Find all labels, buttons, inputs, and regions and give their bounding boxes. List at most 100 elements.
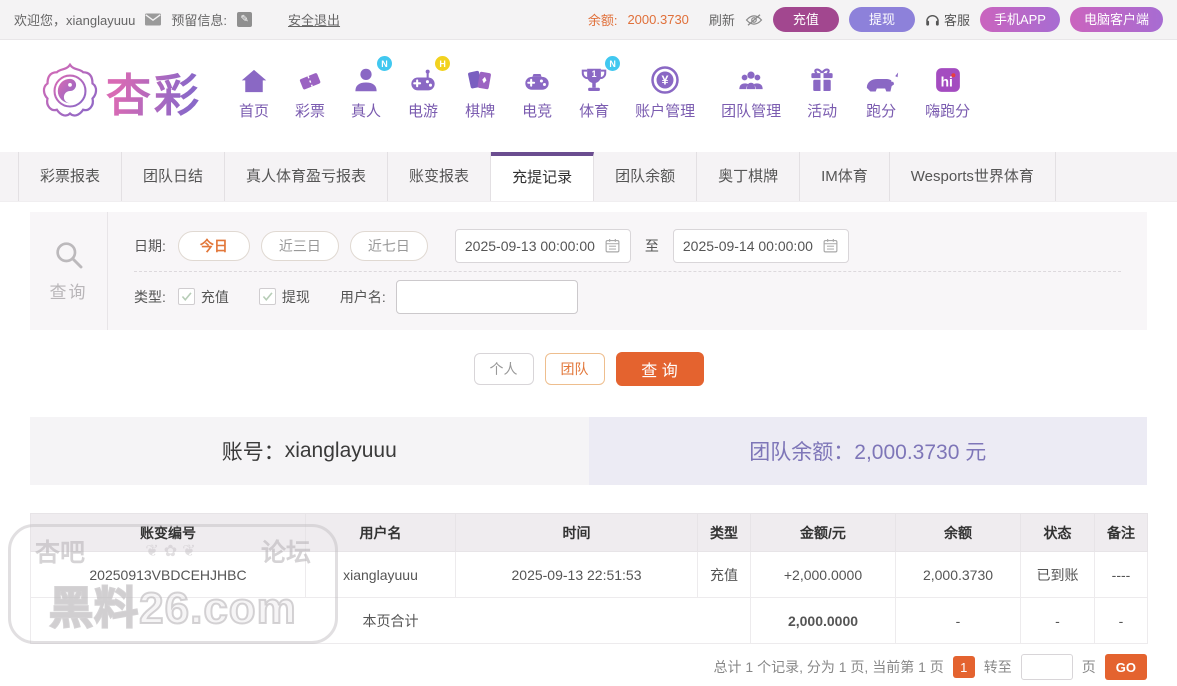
nav-item-hipaofen[interactable]: hi 嗨跑分 <box>912 61 983 121</box>
tab-account-change[interactable]: 账变报表 <box>388 152 492 201</box>
nav-item-paofen[interactable]: 跑分 <box>850 61 912 121</box>
deposit-checkbox[interactable] <box>177 288 195 305</box>
current-page-button[interactable]: 1 <box>952 656 975 678</box>
site-header: 杏彩 首页 彩票 N 真人 H 电游 棋牌 电竞 1 N 体育 ¥ 账户管理 团… <box>0 40 1177 142</box>
eye-slash-icon[interactable] <box>745 13 763 27</box>
deposit-checkbox-label[interactable]: 充值 <box>201 287 229 307</box>
cards-icon <box>465 61 495 95</box>
cell-status: 已到账 <box>1020 551 1095 598</box>
calendar-icon <box>822 237 839 254</box>
table-total-row: 本页合计 2,000.0000 - - - <box>30 597 1148 644</box>
col-type: 类型 <box>697 513 751 552</box>
calendar-icon <box>604 237 621 254</box>
cell-remark: ---- <box>1094 551 1148 598</box>
team-button[interactable]: 团队 <box>544 353 605 385</box>
filter-panel: 查询 日期: 今日 近三日 近七日 2025-09-13 00:00:00 至 … <box>30 212 1147 330</box>
nav-item-activity[interactable]: 活动 <box>794 61 850 121</box>
type-filter-row: 类型: 充值 提现 用户名: <box>134 272 1121 322</box>
nav-item-sports[interactable]: 1 N 体育 <box>566 56 622 121</box>
total-amount: 2,000.0000 <box>750 597 896 644</box>
svg-text:¥: ¥ <box>662 73 669 87</box>
brand-logo[interactable]: 杏彩 <box>40 59 202 124</box>
nav-item-team[interactable]: 团队管理 <box>708 61 794 121</box>
edit-icon[interactable]: ✎ <box>237 12 253 27</box>
home-icon <box>239 61 269 95</box>
withdraw-button[interactable]: 提现 <box>848 7 915 32</box>
account-value: xianglayuuu <box>284 439 397 462</box>
query-side-label: 查询 <box>30 212 108 330</box>
date-label: 日期: <box>134 237 166 254</box>
date-filter-row: 日期: 今日 近三日 近七日 2025-09-13 00:00:00 至 202… <box>134 221 1121 271</box>
records-table: 账变编号 用户名 时间 类型 金额/元 余额 状态 备注 20250913VBD… <box>30 513 1148 644</box>
go-button[interactable]: GO <box>1104 654 1147 680</box>
nav-item-lottery[interactable]: 彩票 <box>282 61 338 121</box>
col-amount: 金额/元 <box>750 513 896 552</box>
nav-item-egames[interactable]: H 电游 <box>394 56 452 121</box>
magnifier-icon <box>53 239 85 271</box>
total-balance: - <box>895 597 1021 644</box>
deposit-button[interactable]: 充值 <box>772 7 839 32</box>
tab-live-sports-pnl[interactable]: 真人体育盈亏报表 <box>225 152 389 201</box>
query-button[interactable]: 查 询 <box>615 352 704 386</box>
topbar: 欢迎您，xianglayuuu 预留信息: ✎ 安全退出 余额: 2000.37… <box>0 0 1177 40</box>
tab-team-daily[interactable]: 团队日结 <box>122 152 226 201</box>
col-status: 状态 <box>1020 513 1095 552</box>
col-change-id: 账变编号 <box>30 513 306 552</box>
balance-label: 余额: <box>587 13 618 28</box>
team-balance-value: 2,000.3730 元 <box>854 441 987 464</box>
logo-text: 杏彩 <box>106 59 202 124</box>
account-label: 账号： <box>221 441 285 464</box>
gift-icon <box>807 61 837 95</box>
tab-deposit-withdraw-records[interactable]: 充提记录 <box>491 152 595 201</box>
preset-today[interactable]: 今日 <box>177 230 250 261</box>
cell-username: xianglayuuu <box>305 551 456 598</box>
preset-last-7-days[interactable]: 近七日 <box>349 230 428 261</box>
withdraw-checkbox[interactable] <box>258 288 276 305</box>
tab-lottery-report[interactable]: 彩票报表 <box>18 152 123 201</box>
total-status: - <box>1020 597 1095 644</box>
account-name-panel: 账号： xianglayuuu <box>30 417 589 485</box>
envelope-icon[interactable] <box>145 13 162 26</box>
pagination-bar: 总计 1 个记录, 分为 1 页, 当前第 1 页 1 转至 页 GO <box>30 654 1147 680</box>
nav-item-home[interactable]: 首页 <box>226 61 282 121</box>
username-input[interactable] <box>395 279 578 314</box>
goto-page-input[interactable] <box>1020 654 1073 680</box>
customer-service-label: 客服 <box>943 13 970 28</box>
goto-label: 转至 <box>983 659 1012 675</box>
tab-aoding-chess[interactable]: 奥丁棋牌 <box>697 152 801 201</box>
logout-link[interactable]: 安全退出 <box>288 10 340 29</box>
balance-value: 2000.3730 <box>627 12 689 27</box>
total-label: 本页合计 <box>30 597 751 644</box>
tab-wesports[interactable]: Wesports世界体育 <box>890 152 1056 201</box>
welcome-text: 欢迎您，xianglayuuu <box>14 13 136 28</box>
pc-client-button[interactable]: 电脑客户端 <box>1069 7 1163 32</box>
type-label: 类型: <box>134 288 166 305</box>
mobile-app-button[interactable]: 手机APP <box>979 7 1060 32</box>
col-username: 用户名 <box>305 513 456 552</box>
nav-item-chess[interactable]: 棋牌 <box>452 61 508 121</box>
team-balance-panel: 团队余额： 2,000.3730 元 <box>588 417 1147 485</box>
nav-item-account[interactable]: ¥ 账户管理 <box>622 61 708 121</box>
username-label: 用户名: <box>339 288 386 305</box>
preset-last-3-days[interactable]: 近三日 <box>260 230 339 261</box>
reserved-info-label: 预留信息: <box>171 13 228 28</box>
refresh-link[interactable]: 刷新 <box>709 10 735 29</box>
col-time: 时间 <box>455 513 698 552</box>
cell-balance: 2,000.3730 <box>895 551 1021 598</box>
table-header-row: 账变编号 用户名 时间 类型 金额/元 余额 状态 备注 <box>30 513 1148 552</box>
tab-im-sports[interactable]: IM体育 <box>800 152 890 201</box>
personal-button[interactable]: 个人 <box>473 353 534 385</box>
badge-n: N <box>377 56 393 71</box>
nav-item-esports[interactable]: 电竞 <box>508 61 566 121</box>
pagination-summary: 总计 1 个记录, 分为 1 页, 当前第 1 页 <box>713 659 944 675</box>
cell-amount: +2,000.0000 <box>750 551 896 598</box>
date-to-input[interactable]: 2025-09-14 00:00:00 <box>672 228 849 263</box>
col-remark: 备注 <box>1094 513 1148 552</box>
customer-service-link[interactable]: 客服 <box>925 10 970 29</box>
tab-team-balance[interactable]: 团队余额 <box>594 152 698 201</box>
report-tabs: 彩票报表 团队日结 真人体育盈亏报表 账变报表 充提记录 团队余额 奥丁棋牌 I… <box>0 152 1177 202</box>
team-balance-label: 团队余额： <box>749 441 855 464</box>
withdraw-checkbox-label[interactable]: 提现 <box>282 287 310 307</box>
nav-item-live[interactable]: N 真人 <box>338 56 394 121</box>
date-from-input[interactable]: 2025-09-13 00:00:00 <box>454 228 631 263</box>
